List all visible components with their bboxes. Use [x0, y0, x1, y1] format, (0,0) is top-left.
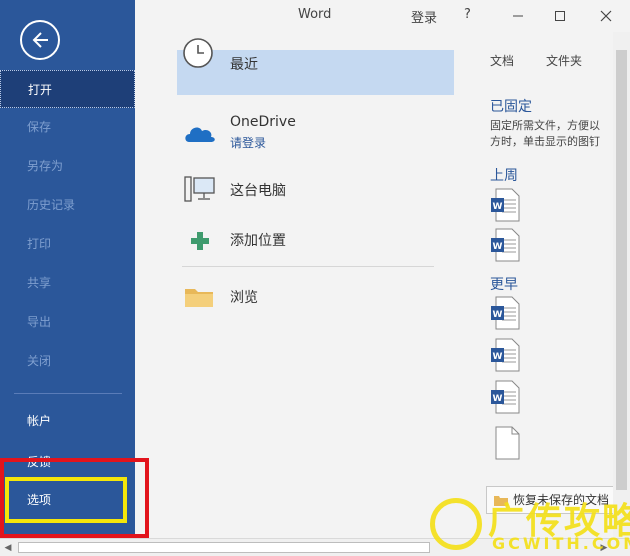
watermark: 广传攻略 GCWITH.COM [428, 492, 630, 556]
nav-divider [14, 393, 122, 394]
svg-text:W: W [493, 394, 503, 404]
recent-documents-pane: 文档 文件夹 已固定 固定所需文件，方便以 方时，单击显示的图钉 上周 W W … [476, 32, 616, 538]
help-button[interactable]: ? [464, 7, 471, 22]
place-browse[interactable]: 浏览 [177, 275, 454, 319]
clock-icon [183, 38, 213, 68]
nav-open[interactable]: 打开 [0, 70, 135, 108]
pinned-description-line1: 固定所需文件，方便以 [490, 119, 600, 132]
vertical-scrollbar[interactable] [613, 32, 630, 538]
watermark-sub-text: GCWITH.COM [492, 534, 630, 553]
svg-text:W: W [493, 352, 503, 362]
tab-documents[interactable]: 文档 [490, 52, 514, 69]
annotation-yellow-box [5, 477, 127, 523]
nav-history[interactable]: 历史记录 [0, 186, 135, 224]
word-document-icon[interactable]: W [490, 228, 520, 262]
place-add-location[interactable]: 添加位置 [177, 218, 454, 262]
earlier-heading: 更早 [490, 277, 518, 293]
word-document-icon[interactable]: W [490, 338, 520, 372]
arrow-left-icon [32, 32, 48, 48]
back-button[interactable] [20, 20, 60, 60]
watermark-logo-icon [430, 498, 482, 550]
onedrive-label: OneDrive [230, 114, 296, 130]
place-recent[interactable]: 最近 [177, 38, 454, 95]
this-pc-label: 这台电脑 [230, 183, 286, 199]
nav-account[interactable]: 帐户 [0, 402, 135, 440]
onedrive-cloud-icon [185, 127, 215, 142]
word-document-icon[interactable]: W [490, 296, 520, 330]
svg-text:W: W [493, 202, 503, 212]
window-title: Word [298, 7, 332, 22]
last-week-heading: 上周 [490, 168, 518, 184]
minimize-icon [513, 15, 523, 17]
folder-icon [185, 289, 213, 307]
place-this-pc[interactable]: 这台电脑 [177, 168, 454, 212]
svg-text:W: W [493, 310, 503, 320]
document-tabs: 文档 文件夹 [490, 52, 616, 72]
pinned-description-line2: 方时，单击显示的图钉 [490, 135, 600, 148]
nav-share[interactable]: 共享 [0, 264, 135, 302]
add-location-label: 添加位置 [230, 233, 286, 249]
maximize-button[interactable] [540, 0, 580, 32]
place-onedrive[interactable]: OneDrive 请登录 [177, 112, 454, 156]
title-bar: Word 登录 ? [135, 0, 630, 32]
vertical-scroll-thumb[interactable] [616, 50, 627, 490]
nav-save[interactable]: 保存 [0, 108, 135, 146]
tab-folders[interactable]: 文件夹 [546, 52, 582, 69]
nav-save-as[interactable]: 另存为 [0, 147, 135, 185]
word-document-icon[interactable]: W [490, 380, 520, 414]
place-recent-label: 最近 [230, 57, 258, 73]
pinned-heading: 已固定 [490, 99, 532, 115]
plus-icon [191, 232, 209, 250]
minimize-button[interactable] [498, 0, 538, 32]
maximize-icon [555, 11, 565, 21]
blank-document-icon[interactable] [490, 426, 520, 460]
close-window-button[interactable] [586, 0, 626, 32]
close-icon [600, 10, 612, 22]
browse-label: 浏览 [230, 290, 258, 306]
nav-close[interactable]: 关闭 [0, 342, 135, 380]
horizontal-scroll-thumb[interactable] [18, 542, 430, 553]
sign-in-link[interactable]: 登录 [411, 7, 437, 26]
nav-print[interactable]: 打印 [0, 225, 135, 263]
onedrive-sign-in[interactable]: 请登录 [230, 134, 266, 151]
word-document-icon[interactable]: W [490, 188, 520, 222]
places-divider [182, 266, 434, 267]
svg-text:W: W [493, 242, 503, 252]
nav-export[interactable]: 导出 [0, 303, 135, 341]
scroll-left-arrow-icon[interactable]: ◀ [2, 542, 14, 554]
computer-icon [184, 176, 215, 202]
